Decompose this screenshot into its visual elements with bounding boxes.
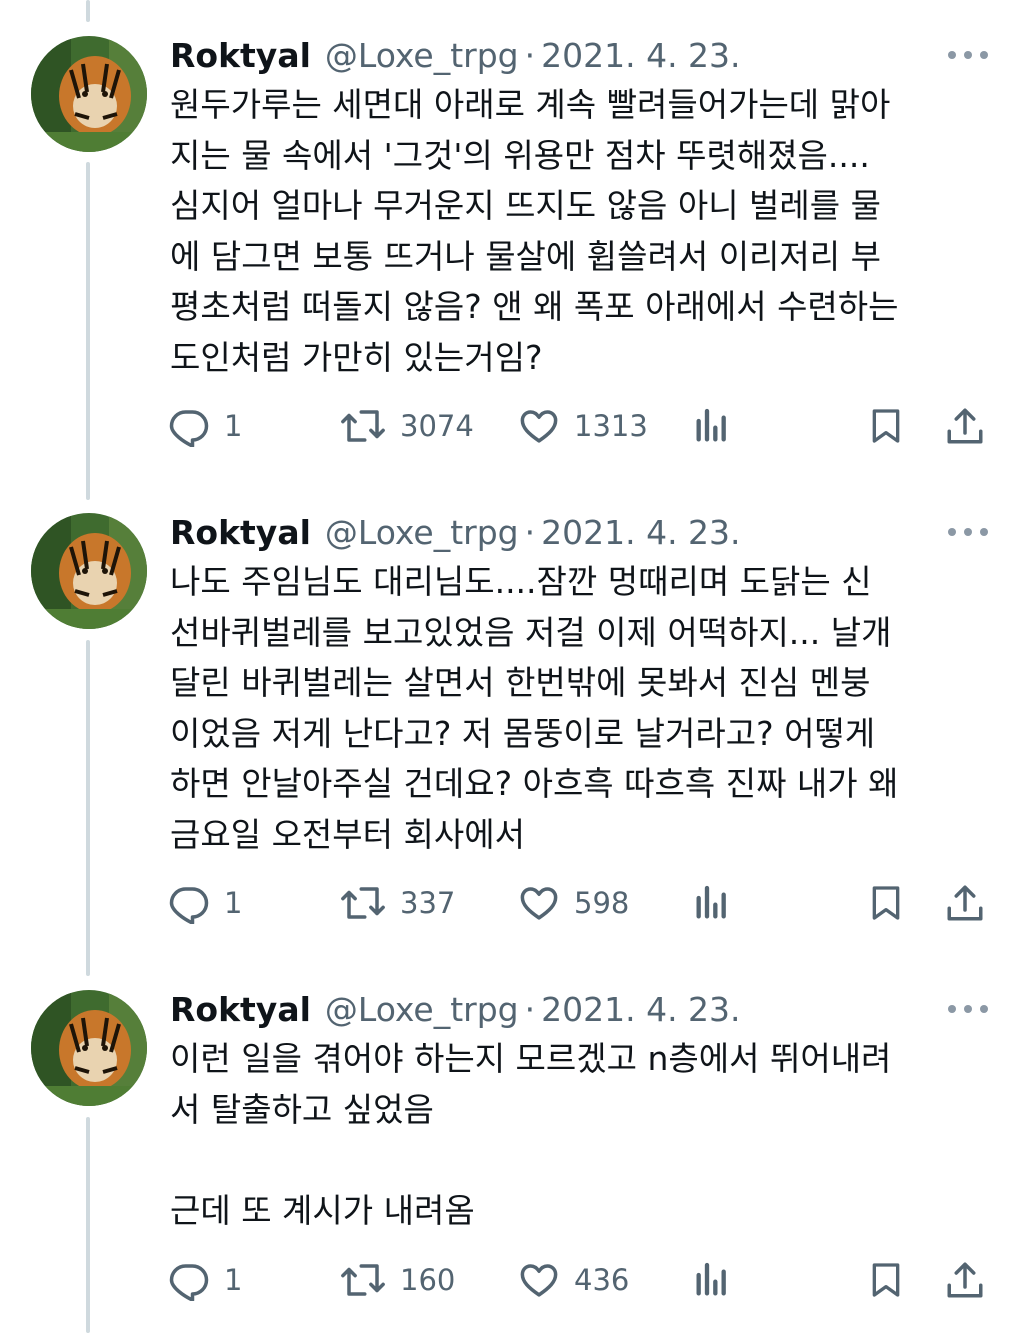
reply-button[interactable]: 1 (168, 404, 242, 448)
retweet-icon (341, 1264, 385, 1296)
retweet-button[interactable]: 337 (340, 881, 455, 925)
heart-icon (520, 1264, 558, 1297)
reply-button[interactable]: 1 (168, 1258, 242, 1302)
bookmark-button[interactable] (866, 404, 906, 448)
reply-count: 1 (224, 1263, 243, 1297)
retweet-icon (341, 887, 385, 919)
bookmark-icon (872, 1263, 900, 1297)
views-button[interactable] (692, 881, 732, 925)
retweet-count: 3074 (400, 409, 474, 443)
tweet-header: Roktyal @Loxe_trpg · 2021. 4. 23. (170, 986, 741, 1032)
timestamp[interactable]: 2021. 4. 23. (541, 990, 740, 1029)
retweet-icon (341, 410, 385, 442)
views-icon (696, 885, 726, 919)
avatar[interactable] (31, 990, 147, 1106)
separator: · (524, 512, 536, 552)
reply-button[interactable]: 1 (168, 881, 242, 925)
separator: · (524, 35, 536, 75)
like-button[interactable]: 436 (518, 1258, 629, 1302)
action-bar: 1 160 436 (168, 1258, 998, 1302)
heart-icon (520, 410, 558, 443)
tweet-text: 나도 주임님도 대리님도....잠깐 멍때리며 도닭는 신 선바퀴벌레를 보고있… (170, 562, 899, 854)
separator: · (524, 989, 536, 1029)
reply-icon (169, 887, 209, 924)
share-button[interactable] (944, 881, 986, 925)
reply-count: 1 (224, 409, 243, 443)
avatar[interactable] (31, 513, 147, 629)
author-handle[interactable]: @Loxe_trpg (325, 990, 519, 1029)
retweet-button[interactable]: 3074 (340, 404, 474, 448)
tweet-header: Roktyal @Loxe_trpg · 2021. 4. 23. (170, 509, 741, 555)
heart-icon (520, 887, 558, 920)
action-bar: 1 3074 1313 (168, 404, 998, 448)
timestamp[interactable]: 2021. 4. 23. (541, 513, 740, 552)
bookmark-icon (872, 409, 900, 443)
more-icon[interactable] (948, 40, 988, 70)
like-count: 436 (574, 1263, 630, 1297)
reply-count: 1 (224, 886, 243, 920)
views-button[interactable] (692, 404, 732, 448)
author-handle[interactable]: @Loxe_trpg (325, 36, 519, 75)
like-count: 598 (574, 886, 630, 920)
reply-icon (169, 410, 209, 447)
bookmark-button[interactable] (866, 881, 906, 925)
tweet[interactable]: Roktyal @Loxe_trpg · 2021. 4. 23. 이런 일을 … (0, 986, 1024, 1326)
avatar[interactable] (31, 36, 147, 152)
more-icon[interactable] (948, 994, 988, 1024)
tweet-text: 이런 일을 겪어야 하는지 모르겠고 n층에서 뛰어내려 서 탈출하고 싶었음 … (170, 1039, 892, 1230)
like-button[interactable]: 598 (518, 881, 629, 925)
more-icon[interactable] (948, 517, 988, 547)
tweet-header: Roktyal @Loxe_trpg · 2021. 4. 23. (170, 32, 741, 78)
bookmark-button[interactable] (866, 1258, 906, 1302)
retweet-button[interactable]: 160 (340, 1258, 455, 1302)
share-button[interactable] (944, 404, 986, 448)
tweet-text: 원두가루는 세면대 아래로 계속 빨려들어가는데 맑아 지는 물 속에서 '그것… (170, 85, 899, 377)
retweet-count: 160 (400, 1263, 456, 1297)
author-name[interactable]: Roktyal (170, 513, 311, 552)
views-icon (696, 408, 726, 442)
timestamp[interactable]: 2021. 4. 23. (541, 36, 740, 75)
thread-line-top (86, 0, 90, 22)
author-handle[interactable]: @Loxe_trpg (325, 513, 519, 552)
views-button[interactable] (692, 1258, 732, 1302)
views-icon (696, 1262, 726, 1296)
author-name[interactable]: Roktyal (170, 990, 311, 1029)
share-button[interactable] (944, 1258, 986, 1302)
share-icon (947, 1262, 983, 1298)
share-icon (947, 885, 983, 921)
like-button[interactable]: 1313 (518, 404, 648, 448)
tweet[interactable]: Roktyal @Loxe_trpg · 2021. 4. 23. 원두가루는 … (0, 32, 1024, 462)
author-name[interactable]: Roktyal (170, 36, 311, 75)
bookmark-icon (872, 886, 900, 920)
like-count: 1313 (574, 409, 648, 443)
tweet[interactable]: Roktyal @Loxe_trpg · 2021. 4. 23. 나도 주임님… (0, 509, 1024, 939)
retweet-count: 337 (400, 886, 456, 920)
share-icon (947, 408, 983, 444)
reply-icon (169, 1264, 209, 1301)
action-bar: 1 337 598 (168, 881, 998, 925)
